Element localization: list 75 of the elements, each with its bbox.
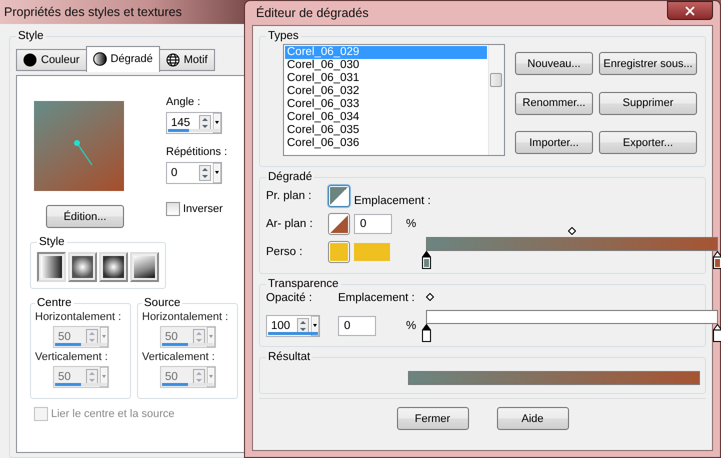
number-field[interactable]: 0 [166,162,222,184]
midpoint-diamond-icon[interactable] [426,293,434,301]
group-title: Style [17,30,45,42]
gradient-style-button[interactable] [130,252,159,282]
color-swatch[interactable] [328,185,350,207]
tab[interactable]: Motif [158,49,215,71]
group-title: Source [143,297,182,309]
location-field[interactable]: 0 [338,316,376,336]
field-label: Répétitions : [166,146,228,158]
list-item[interactable]: Corel_06_033 [285,98,487,111]
opacity-stop-marker[interactable] [422,324,431,342]
edit-button[interactable]: Édition... [46,205,124,228]
dialog-button[interactable]: Renommer... [515,92,593,115]
list-item[interactable]: Corel_06_031 [285,72,487,85]
field-label: Horizontalement : [35,311,122,323]
spin-arrows-icon[interactable] [199,115,211,131]
group-title: Centre [36,297,73,309]
list-item[interactable]: Corel_06_032 [285,85,487,98]
gradient-circle-icon [92,52,107,66]
unit-label: % [406,218,418,230]
dialog-button[interactable]: Aide [496,407,568,430]
gradient-style-button[interactable] [99,252,128,282]
tab[interactable]: Couleur [16,49,87,71]
list-item[interactable]: Corel_06_036 [285,137,487,150]
field-label: Angle : [166,96,202,108]
list-item[interactable]: Corel_06_035 [285,124,487,137]
dialog-button[interactable]: Enregistrer sous... [599,52,697,75]
unit-label: % [406,320,418,332]
dialog-button[interactable]: Fermer [396,407,468,430]
opacity-bar[interactable] [426,310,718,324]
color-swatch[interactable] [328,241,350,263]
field-label: Pr. plan : [266,190,312,202]
angle-handle-icon[interactable] [72,138,94,166]
group-title: Transparence [267,278,340,290]
close-icon [683,4,697,18]
list-item[interactable]: Corel_06_030 [285,59,487,72]
midpoint-diamond-icon[interactable] [568,227,576,235]
window-title: Propriétés des styles et textures [4,5,182,19]
tab[interactable]: Dégradé [86,46,160,72]
number-field[interactable]: 100 [266,315,320,337]
gradient-style-button[interactable] [68,252,97,282]
field-label: Verticalement : [142,351,215,363]
field-label: Horizontalement : [142,311,228,323]
list-box[interactable]: Corel_06_029 Corel_06_030 Corel_06_031 Corel_06_032 Corel_06_033 Corel_06_034 Corel_06_035 Corel_06_036 [283,44,505,156]
gradient-style-button[interactable] [37,252,66,282]
list-item[interactable]: Corel_06_034 [285,111,487,124]
window-title: Éditeur de dégradés [256,6,369,20]
dialog-button[interactable]: Exporter... [599,131,697,154]
dropdown-arrow-icon[interactable] [213,163,221,183]
spin-arrows-icon[interactable] [199,165,211,181]
spin-arrows-icon[interactable] [297,318,309,334]
dialog-button[interactable]: Supprimer [599,92,697,115]
solid-circle-icon [23,53,37,67]
invert-checkbox[interactable]: Inverser [166,202,249,216]
opacity-stop-marker[interactable] [713,324,721,342]
group-title: Résultat [267,351,312,363]
location-field[interactable]: 0 [354,214,392,234]
field-label: Emplacement : [354,195,432,207]
field-label: Verticalement : [35,351,108,363]
field-label: Perso : [266,246,304,258]
dialog-button[interactable]: Importer... [515,131,593,154]
number-field[interactable]: 145 [166,112,222,134]
field-label: Opacité : [266,292,314,304]
color-stop-marker[interactable] [422,251,431,269]
globe-grid-icon [166,53,180,67]
color-stop-marker[interactable] [713,251,721,269]
color-swatch[interactable] [328,213,350,235]
close-button[interactable] [667,1,713,20]
group-title: Types [267,30,300,42]
group-title: Style [38,236,66,248]
field-label: Ar- plan : [266,218,314,230]
group-title: Dégradé [267,171,314,183]
dialog-button[interactable]: Nouveau... [515,52,593,75]
field-label: Emplacement : [338,292,416,304]
scrollbar[interactable] [488,45,504,155]
